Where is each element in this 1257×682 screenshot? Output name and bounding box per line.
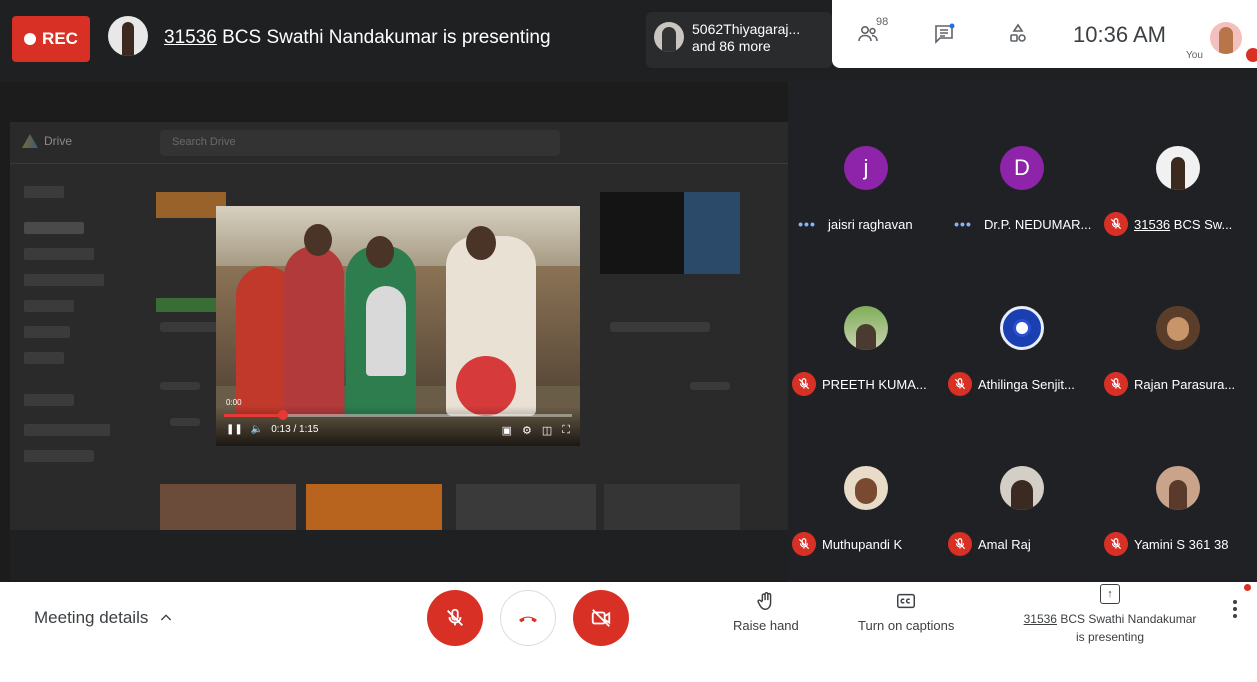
presentation-status-line2: is presenting (1075, 630, 1145, 644)
video-time-small: 0:00 (226, 398, 242, 407)
presenter-text: BCS Swathi Nandakumar is presenting (216, 27, 551, 48)
participant-count: 98 (876, 16, 889, 28)
avatar (844, 306, 888, 350)
mic-off-icon (1104, 532, 1128, 556)
self-avatar (1210, 22, 1242, 54)
self-mic-off-indicator (1246, 48, 1257, 62)
mic-off-icon (1104, 212, 1128, 236)
notification-dot (1244, 584, 1251, 591)
more-options-icon[interactable] (1233, 600, 1237, 618)
raise-hand-label: Raise hand (733, 618, 799, 633)
volume-icon[interactable]: 🔈 (251, 424, 263, 435)
top-bar: REC 31536 BCS Swathi Nandakumar is prese… (0, 0, 1257, 82)
hand-icon (757, 592, 772, 610)
bottom-controls: Meeting details Raise hand Turn on capti… (0, 582, 1257, 682)
chevron-up-icon (161, 614, 172, 621)
avatar (844, 466, 888, 510)
participant-tile[interactable]: j ••• jaisri raghavan (788, 90, 944, 240)
presentation-status-line1: 31536 BCS Swathi Nandakumar (1023, 612, 1197, 626)
presenter-id: 31536 (164, 27, 217, 48)
settings-icon[interactable]: ⚙ (522, 424, 532, 437)
avatar (1000, 306, 1044, 350)
participant-name: Rajan Parasura... (1134, 376, 1236, 392)
participant-name: Yamini S 361 38 (1134, 536, 1229, 552)
presenting-title: 31536 BCS Swathi Nandakumar is presentin… (164, 27, 551, 49)
participant-tile[interactable]: Muthupandi K (788, 410, 944, 560)
participant-tile[interactable]: 31536 BCS Sw... (1100, 90, 1256, 240)
mic-off-icon (948, 532, 972, 556)
people-button[interactable]: 98 (856, 16, 888, 48)
drive-search-box: Search Drive (160, 130, 560, 156)
presentation-stage: Drive Search Drive 0:00 ❚❚ 🔈 0:13 / 1:15… (0, 82, 788, 582)
miniplayer-icon[interactable]: ◫ (542, 424, 552, 437)
presentation-status-button[interactable]: ↑ 31536 BCS Swathi Nandakumar is present… (1000, 584, 1220, 646)
record-dot-icon (24, 33, 37, 45)
captions-button[interactable]: Turn on captions (858, 590, 954, 633)
speaking-dots-icon: ••• (954, 216, 972, 232)
captions-label: Turn on captions (858, 618, 955, 633)
participant-grid: j ••• jaisri raghavan D ••• Dr.P. NEDUMAR.… (788, 90, 1257, 582)
drive-file-card (600, 192, 740, 274)
camera-off-icon (591, 609, 611, 627)
avatar: D (1000, 146, 1044, 190)
clock: 10:36 AM (1073, 22, 1166, 47)
mic-toggle-button[interactable] (427, 590, 483, 646)
others-name: 5062Thiyagaraj... (692, 21, 801, 37)
chat-icon (935, 23, 955, 44)
avatar: j (844, 146, 888, 190)
closed-captions-icon (897, 593, 916, 609)
mic-off-icon (792, 372, 816, 396)
drive-header: Drive Search Drive (10, 122, 788, 164)
participant-tile[interactable]: PREETH KUMA... (788, 250, 944, 400)
participant-avatar (654, 22, 684, 52)
activities-icon (1010, 23, 1026, 42)
avatar (1156, 306, 1200, 350)
video-seek-bar[interactable] (224, 410, 572, 420)
avatar (1156, 146, 1200, 190)
participant-name: Amal Raj (978, 536, 1031, 552)
meeting-details-button[interactable]: Meeting details (34, 600, 174, 636)
drive-logo: Drive (22, 134, 72, 148)
others-more: and 86 more (692, 38, 771, 54)
you-label: You (1186, 50, 1203, 61)
participant-tile[interactable]: Rajan Parasura... (1100, 250, 1256, 400)
mic-off-icon (948, 372, 972, 396)
mic-off-icon (447, 608, 463, 626)
participant-name: 31536 BCS Sw... (1134, 216, 1233, 232)
participant-tile[interactable]: Amal Raj (944, 410, 1100, 560)
recording-badge: REC (12, 16, 90, 62)
leave-call-button[interactable] (500, 590, 556, 646)
participant-name: Muthupandi K (822, 536, 903, 552)
phone-hangup-icon (519, 616, 537, 623)
participant-name: PREETH KUMA... (822, 376, 927, 392)
other-participants-chip[interactable]: 5062Thiyagaraj... and 86 more (646, 12, 832, 68)
video-player[interactable]: 0:00 ❚❚ 🔈 0:13 / 1:15 ▣ ⚙ ◫ ⛶ (216, 206, 580, 446)
participant-name: Athilinga Senjit... (978, 376, 1075, 392)
participant-tile[interactable]: Athilinga Senjit... (944, 250, 1100, 400)
mic-off-icon (792, 532, 816, 556)
present-screen-icon: ↑ (1100, 584, 1120, 604)
participant-tile[interactable]: D ••• Dr.P. NEDUMAR... (944, 90, 1100, 240)
captions-icon[interactable]: ▣ (502, 424, 512, 437)
avatar (1000, 466, 1044, 510)
recording-label: REC (42, 29, 78, 48)
participant-name: jaisri raghavan (828, 216, 913, 232)
fullscreen-icon[interactable]: ⛶ (562, 424, 570, 437)
video-progress-fill (224, 414, 284, 417)
meeting-details-label: Meeting details (34, 608, 149, 627)
raise-hand-button[interactable]: Raise hand (733, 590, 799, 633)
participant-name: Dr.P. NEDUMAR... (984, 216, 1092, 232)
chat-button[interactable] (932, 20, 956, 48)
avatar (1156, 466, 1200, 510)
mic-off-icon (1104, 372, 1128, 396)
pause-icon[interactable]: ❚❚ (226, 424, 243, 435)
presenter-avatar (108, 16, 148, 56)
participant-tile[interactable]: Yamini S 361 38 (1100, 410, 1256, 560)
video-timecode: 0:13 / 1:15 (271, 424, 319, 435)
activities-button[interactable] (1006, 20, 1030, 48)
speaking-dots-icon: ••• (798, 216, 816, 232)
meeting-toolbar: 98 10:36 AM You (832, 0, 1257, 68)
camera-toggle-button[interactable] (573, 590, 629, 646)
